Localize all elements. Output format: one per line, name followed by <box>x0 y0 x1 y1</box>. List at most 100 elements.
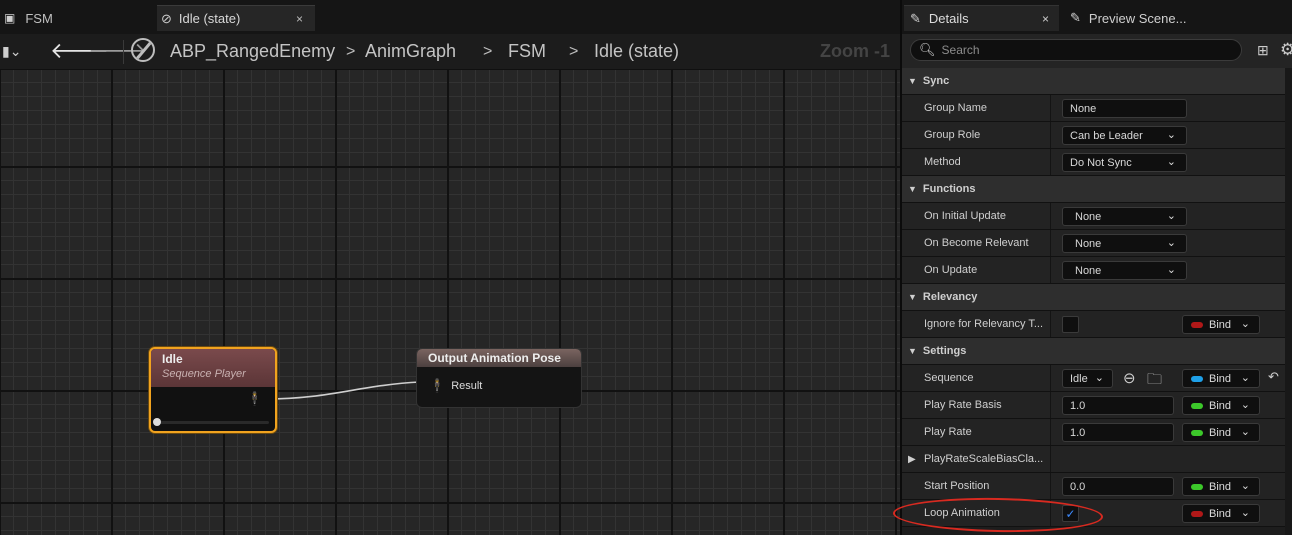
use-selected-asset-icon[interactable]: ⊖ <box>1123 369 1136 387</box>
graph-editor: ▣ FSM ⊘ Idle (state) × ▮⌄ 🡐 🡒 ABP_Ranged… <box>0 0 900 535</box>
reset-to-default-icon[interactable]: ↶ <box>1268 369 1279 385</box>
category-settings[interactable]: ▼ Settings <box>902 338 1285 365</box>
tab-preview-label: Preview Scene... <box>1088 10 1187 26</box>
play-rate-input[interactable]: 1.0 <box>1062 423 1174 442</box>
on-initial-update-dropdown[interactable]: None ⌄ <box>1062 207 1187 226</box>
tab-idle-state[interactable]: ⊘ Idle (state) × <box>157 5 315 31</box>
bind-dropdown[interactable]: Bind ⌄ <box>1182 477 1260 496</box>
column-divider <box>1050 311 1051 337</box>
output-pose-node[interactable]: Output Animation Pose 🕴 Result <box>416 348 582 408</box>
scrollbar[interactable] <box>1285 68 1292 535</box>
property-label: Start Position <box>924 480 990 492</box>
bind-dropdown[interactable]: Bind ⌄ <box>1182 396 1260 415</box>
details-search-row: 🔍︎ ⊞ ⚙ <box>902 34 1292 68</box>
property-label: Loop Animation <box>924 507 1000 519</box>
close-icon[interactable]: × <box>296 12 303 26</box>
group-name-field[interactable]: None <box>1062 99 1187 118</box>
bind-dropdown[interactable]: Bind ⌄ <box>1182 315 1260 334</box>
tab-fsm[interactable]: ▣ FSM <box>0 5 150 31</box>
on-update-dropdown[interactable]: None ⌄ <box>1062 261 1187 280</box>
ignore-relevancy-checkbox[interactable] <box>1062 316 1079 333</box>
column-divider <box>1050 257 1051 283</box>
node-subtitle: Sequence Player <box>162 368 246 380</box>
search-box[interactable]: 🔍︎ <box>910 39 1242 61</box>
state-icon: ⊘ <box>161 10 172 26</box>
bind-label: Bind <box>1209 507 1232 520</box>
dropdown-value: None <box>1075 264 1102 277</box>
chevron-down-icon: ⌄ <box>1240 507 1250 519</box>
zoom-level: Zoom -1 <box>820 41 890 61</box>
breadcrumb-fsm[interactable]: FSM <box>508 34 546 69</box>
category-sync[interactable]: ▼ Sync <box>902 68 1285 95</box>
search-icon: 🔍︎ <box>919 42 936 57</box>
property-row-on-become-relevant: On Become Relevant None ⌄ <box>902 230 1285 257</box>
grid-view-icon[interactable]: ⊞ <box>1257 42 1269 59</box>
category-functions[interactable]: ▼ Functions <box>902 176 1285 203</box>
play-rate-basis-input[interactable]: 1.0 <box>1062 396 1174 415</box>
tab-fsm-label: FSM <box>25 10 53 26</box>
tab-preview-scene[interactable]: ✎ Preview Scene... <box>1064 5 1292 31</box>
breadcrumb-separator: > <box>569 42 579 60</box>
bind-dropdown[interactable]: Bind ⌄ <box>1182 423 1260 442</box>
property-row-play-rate-basis: Play Rate Basis 1.0 Bind ⌄ <box>902 392 1285 419</box>
property-label: On Become Relevant <box>924 237 1029 249</box>
bind-dropdown[interactable]: Bind ⌄ <box>1182 504 1260 523</box>
column-divider <box>1050 446 1051 472</box>
bind-pin-dot <box>1191 375 1203 382</box>
playback-position-knob[interactable] <box>153 418 161 426</box>
group-role-dropdown[interactable]: Can be Leader ⌄ <box>1062 126 1187 145</box>
column-divider <box>1050 365 1051 391</box>
chevron-down-icon: ⌄ <box>1240 399 1250 411</box>
breadcrumb-asset[interactable]: ABP_RangedEnemy <box>170 34 335 69</box>
breadcrumb-separator: > <box>483 42 493 60</box>
divider <box>123 40 124 64</box>
sequence-player-node[interactable]: Idle Sequence Player 🕴 <box>149 347 277 433</box>
bind-label: Bind <box>1209 318 1232 331</box>
bookmark-icon[interactable]: ▮⌄ <box>2 43 21 60</box>
bind-label: Bind <box>1209 480 1232 493</box>
property-label: PlayRateScaleBiasCla... <box>924 453 1044 465</box>
gear-icon[interactable]: ⚙ <box>1280 40 1292 60</box>
column-divider <box>1050 95 1051 121</box>
result-pin-label: Result <box>451 380 483 392</box>
search-input[interactable] <box>941 43 1222 57</box>
column-divider <box>1050 203 1051 229</box>
property-label: Group Role <box>924 129 981 141</box>
bind-dropdown[interactable]: Bind ⌄ <box>1182 369 1260 388</box>
collapse-arrow-icon: ▼ <box>908 76 917 86</box>
graph-canvas[interactable]: Idle Sequence Player 🕴 Output Animation … <box>0 70 900 535</box>
on-become-relevant-dropdown[interactable]: None ⌄ <box>1062 234 1187 253</box>
pencil-icon: ✎ <box>1070 10 1081 25</box>
category-relevancy[interactable]: ▼ Relevancy <box>902 284 1285 311</box>
property-row-sequence: Sequence Idle ⌄ ⊖ 🗀 Bind ⌄ <box>902 365 1285 392</box>
column-divider <box>1050 500 1051 526</box>
expand-arrow-icon[interactable]: ▶ <box>908 446 916 472</box>
property-row-method: Method Do Not Sync ⌄ <box>902 149 1285 176</box>
bind-label: Bind <box>1209 426 1232 439</box>
close-icon[interactable]: × <box>1042 12 1049 26</box>
anim-blueprint-icon <box>131 38 155 62</box>
playback-progress-bar <box>153 418 269 426</box>
category-label: Functions <box>922 183 976 195</box>
pose-input-pin-icon: 🕴 <box>429 378 446 393</box>
dropdown-value: Do Not Sync <box>1070 156 1132 169</box>
category-label: Relevancy <box>922 291 978 303</box>
method-dropdown[interactable]: Do Not Sync ⌄ <box>1062 153 1187 172</box>
breadcrumb-animgraph[interactable]: AnimGraph <box>365 34 456 69</box>
collapse-arrow-icon: ▼ <box>908 346 917 356</box>
tab-details[interactable]: ✎ Details × <box>904 5 1059 31</box>
column-divider <box>1050 473 1051 499</box>
property-row-play-rate-scale-bias[interactable]: ▶ PlayRateScaleBiasCla... <box>902 446 1285 473</box>
collapse-arrow-icon: ▼ <box>908 184 917 194</box>
property-row-on-update: On Update None ⌄ <box>902 257 1285 284</box>
start-position-input[interactable]: 0.0 <box>1062 477 1174 496</box>
loop-animation-checkbox[interactable]: ✓ <box>1062 505 1079 522</box>
breadcrumb-state[interactable]: Idle (state) <box>594 34 679 69</box>
property-row-group-name: Group Name None <box>902 95 1285 122</box>
column-divider <box>1050 122 1051 148</box>
sequence-asset-dropdown[interactable]: Idle ⌄ <box>1062 369 1113 388</box>
bind-pin-dot <box>1191 510 1203 517</box>
result-pin[interactable]: 🕴 Result <box>429 378 482 394</box>
browse-asset-icon[interactable]: 🗀 <box>1147 369 1162 394</box>
pose-output-pin-icon[interactable]: 🕴 <box>247 391 263 407</box>
